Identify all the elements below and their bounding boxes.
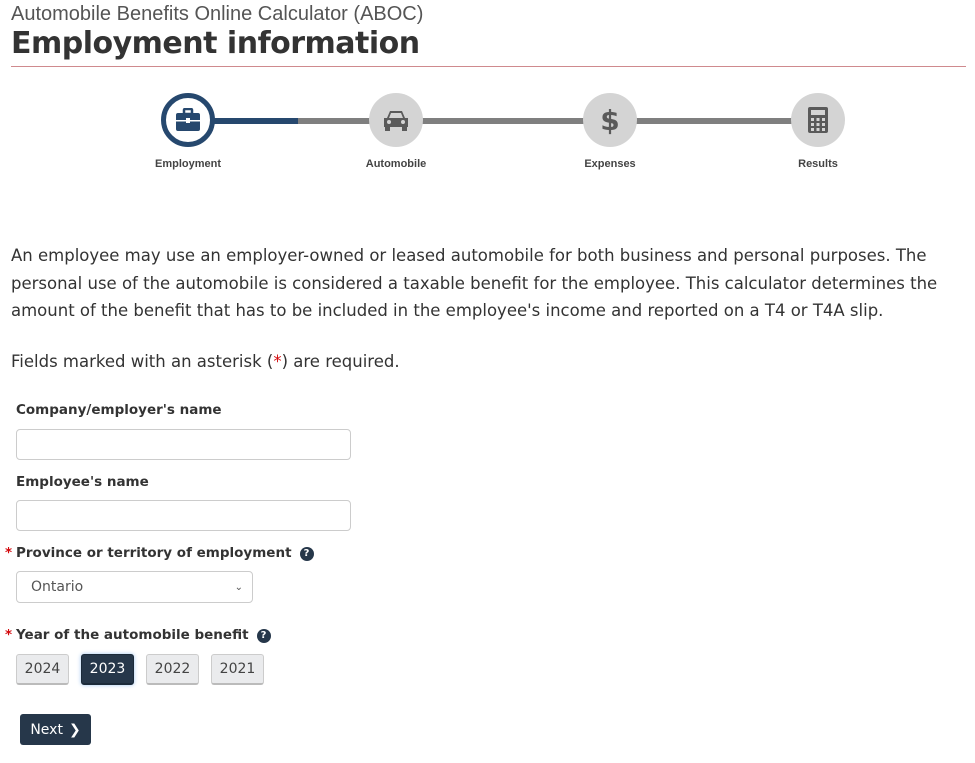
note-text: ) are required. [281,352,400,371]
asterisk: * [273,352,282,371]
chevron-right-icon: ❯ [68,721,81,738]
employee-label: Employee's name [16,474,149,490]
progress-line-complete [210,118,298,124]
selected-value: Ontario [31,579,84,595]
company-label: Company/employer's name [16,402,222,418]
year-label: * Year of the automobile benefit? [5,627,271,643]
step-employment [161,93,215,147]
step-automobile [369,93,423,147]
year-button-2023[interactable]: 2023 [81,654,134,685]
help-icon[interactable]: ? [299,546,314,561]
dollar-icon: $ [600,103,620,137]
chevron-down-icon: ⌄ [234,581,243,593]
step-label: Expenses [584,158,636,170]
note-text: Fields marked with an asterisk ( [11,352,274,371]
step-results [791,93,845,147]
app-title: Automobile Benefits Online Calculator (A… [11,3,424,25]
divider [11,66,966,67]
year-button-2022[interactable]: 2022 [146,654,199,685]
required-asterisk: * [5,545,13,561]
step-label: Employment [154,158,221,170]
briefcase-icon [176,108,200,131]
car-icon [384,111,408,131]
step-expenses: $ [583,93,637,147]
company-name-input[interactable] [16,429,351,460]
page-title: Employment information [11,26,420,61]
label-text: Province or territory of employment [16,545,292,561]
next-button[interactable]: Next ❯ [20,714,91,745]
label-text: Year of the automobile benefit [16,627,249,643]
year-button-2021[interactable]: 2021 [211,654,264,685]
help-icon[interactable]: ? [256,628,271,643]
step-label: Automobile [365,158,427,170]
province-label: * Province or territory of employment? [5,545,314,561]
step-label: Results [798,158,838,170]
required-asterisk: * [5,627,13,643]
next-label: Next [30,721,63,738]
year-button-2024[interactable]: 2024 [16,654,69,685]
employee-name-input[interactable] [16,500,351,531]
intro-text: An employee may use an employer-owned or… [11,246,938,320]
calculator-icon [808,107,828,133]
required-note: Fields marked with an asterisk (*) are r… [11,352,400,371]
province-select[interactable]: Ontario ⌄ [16,571,253,603]
